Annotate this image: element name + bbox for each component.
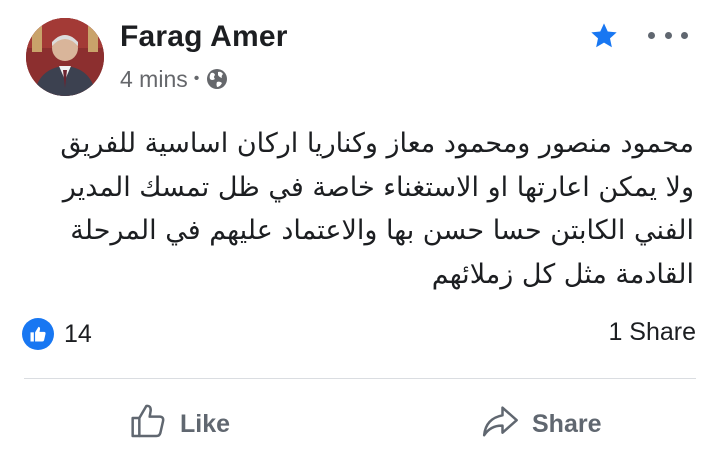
thumbs-up-icon: [128, 401, 168, 448]
more-options-icon[interactable]: [648, 20, 688, 50]
avatar-image: [26, 18, 104, 96]
avatar[interactable]: [26, 18, 104, 96]
like-label: Like: [180, 409, 231, 438]
more-dot: [648, 31, 655, 39]
reaction-count: 14: [64, 319, 92, 348]
share-label: Share: [532, 409, 602, 438]
post-text-line: ولا يمكن اعارتها او الاستغناء خاصة في ظل…: [62, 171, 694, 203]
post-text-line: محمود منصور ومحمود معاز وكناريا اركان اس…: [60, 128, 694, 159]
share-count[interactable]: 1 Share: [608, 318, 696, 347]
like-button[interactable]: Like: [128, 400, 230, 448]
post-text-line: الفني الكابتن حسا حسن بها والاعتماد عليه…: [70, 215, 694, 246]
author-name[interactable]: Farag Amer: [120, 20, 288, 54]
share-button[interactable]: Share: [480, 400, 601, 448]
more-dot: [664, 31, 672, 39]
post-text-line: القادمة مثل كل زملائهم: [431, 258, 694, 290]
post-time[interactable]: 4 mins: [120, 66, 188, 93]
globe-icon: [206, 68, 228, 90]
reactions-summary[interactable]: 14: [22, 316, 92, 352]
divider: [24, 378, 696, 379]
post-meta: 4 mins •: [120, 64, 228, 94]
more-dot: [681, 31, 688, 39]
meta-separator: •: [193, 70, 200, 87]
like-reaction-icon: [22, 318, 54, 350]
favorite-star-icon[interactable]: [588, 20, 620, 52]
post-card: Farag Amer 4 mins • محمود منصور ومحمود م…: [0, 0, 720, 462]
post-text: محمود منصور ومحمود معاز وكناريا اركان اس…: [14, 122, 694, 296]
share-arrow-icon: [480, 401, 520, 448]
